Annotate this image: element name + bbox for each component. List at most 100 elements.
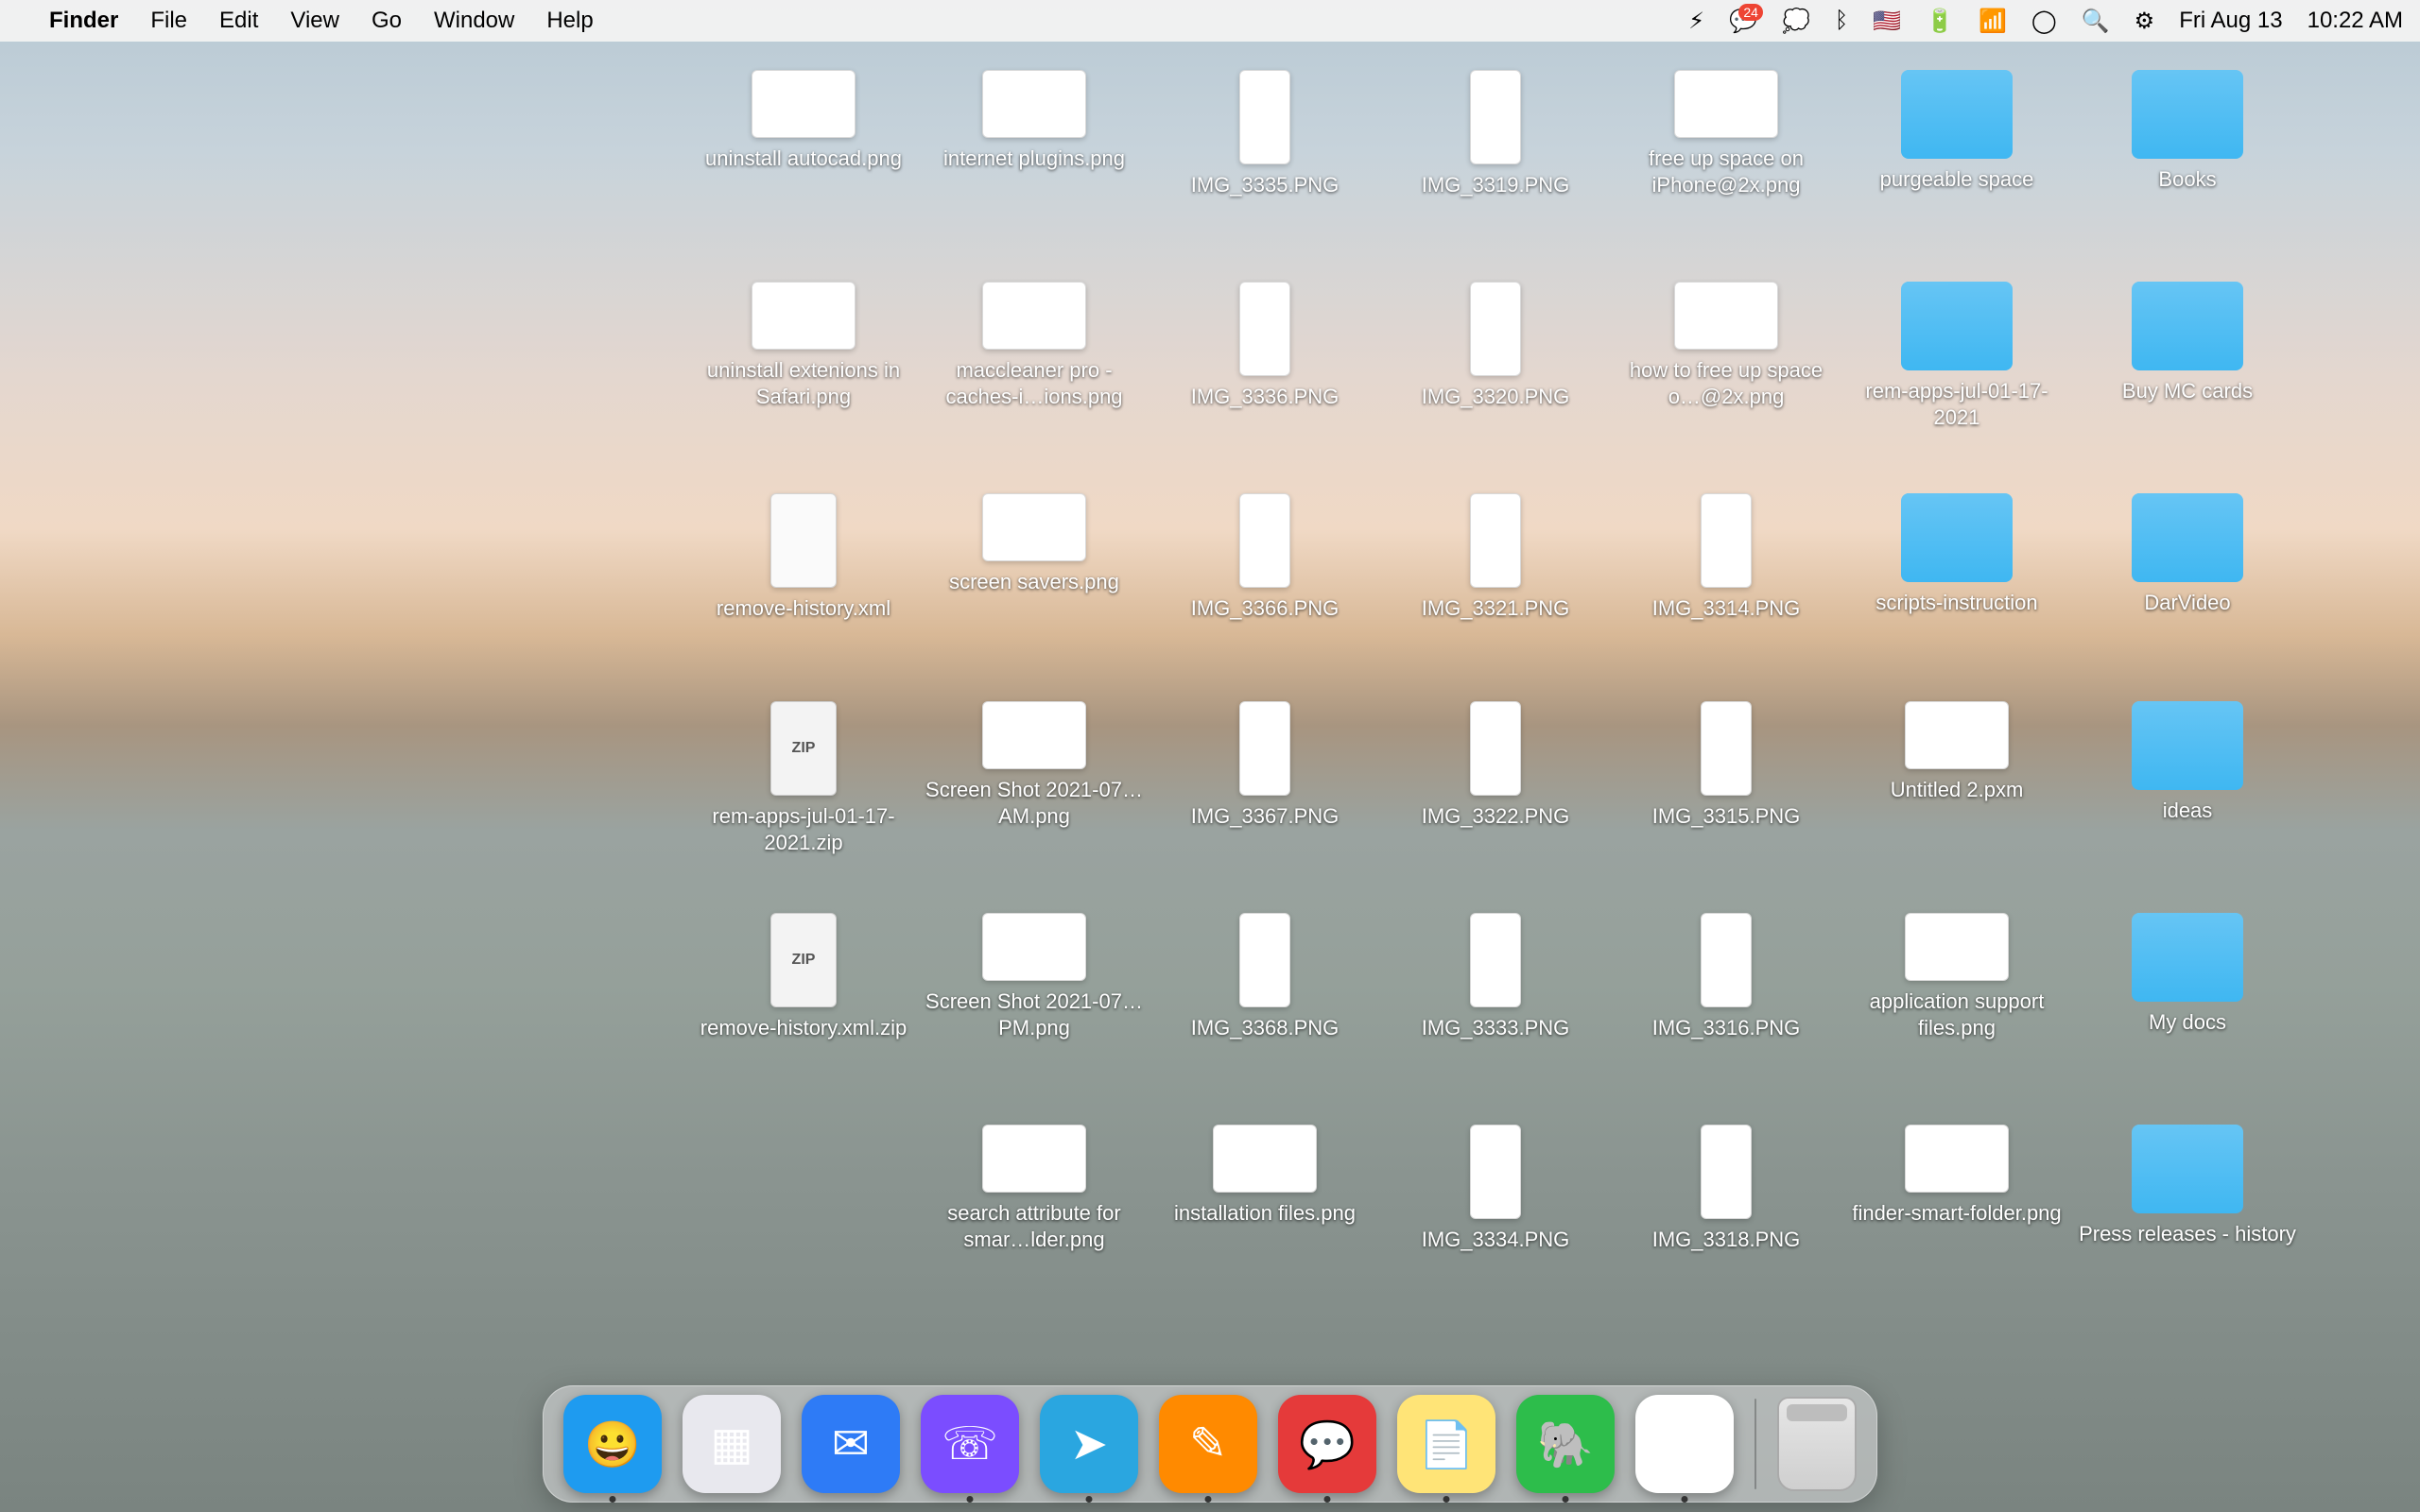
desktop-icon[interactable]: Buy MC cards [2072,282,2303,404]
file-thumbnail [752,282,856,350]
desktop-icon[interactable]: uninstall extenions in Safari.png [688,282,919,409]
desktop-icon[interactable]: search attribute for smar…lder.png [919,1125,1150,1252]
menu-window[interactable]: Window [434,8,514,34]
file-thumbnail [1905,1125,2009,1193]
desktop-icon[interactable]: Screen Shot 2021-07…AM.png [919,701,1150,829]
desktop-icon[interactable]: application support files.png [1841,913,2072,1040]
desktop-icon[interactable]: Press releases - history [2072,1125,2303,1247]
desktop-icon[interactable]: DarVideo [2072,493,2303,616]
status-battery-icon[interactable]: 🔋 [1926,8,1954,35]
menubar: Finder File Edit View Go Window Help ⚡︎ … [0,0,2420,42]
menubar-time[interactable]: 10:22 AM [2308,8,2403,34]
desktop-icon[interactable]: My docs [2072,913,2303,1036]
dock-app-telegram[interactable]: ➤ [1040,1395,1138,1493]
desktop-icon-label: Buy MC cards [2122,378,2253,404]
desktop-icon[interactable]: IMG_3314.PNG [1611,493,1841,622]
status-input-flag-icon[interactable]: 🇺🇸 [1873,8,1901,35]
folder-icon [2132,493,2243,582]
file-thumbnail [1470,1125,1521,1219]
desktop-icon[interactable]: rem-apps-jul-01-17-2021 [1841,282,2072,430]
desktop-icon-label: how to free up space o…@2x.png [1613,357,1840,409]
desktop-icon[interactable]: IMG_3334.PNG [1380,1125,1611,1253]
status-messages-icon[interactable]: 💭 [1782,8,1810,35]
desktop-icon[interactable]: IMG_3335.PNG [1150,70,1380,198]
dock-app-mail[interactable]: ✉︎ [802,1395,900,1493]
dock-app-launchpad[interactable]: ▦ [683,1395,781,1493]
dock-app-viber[interactable]: ☏ [921,1395,1019,1493]
desktop-icon-label: Screen Shot 2021-07…AM.png [921,777,1148,829]
desktop-icon[interactable]: IMG_3336.PNG [1150,282,1380,410]
desktop-icon[interactable]: IMG_3315.PNG [1611,701,1841,830]
desktop-icon[interactable]: IMG_3316.PNG [1611,913,1841,1041]
desktop-icon[interactable]: IMG_3333.PNG [1380,913,1611,1041]
desktop-icon[interactable]: screen savers.png [919,493,1150,595]
dock: 😀▦✉︎☏➤✎💬📄🐘◎ [543,1385,1877,1503]
desktop-icon[interactable]: remove-history.xml.zip [688,913,919,1041]
desktop-icon[interactable]: internet plugins.png [919,70,1150,172]
desktop-icon[interactable]: free up space on iPhone@2x.png [1611,70,1841,198]
menu-edit[interactable]: Edit [219,8,258,34]
file-thumbnail [1239,70,1290,164]
file-thumbnail [1239,493,1290,588]
menu-view[interactable]: View [290,8,339,34]
status-bluetooth-icon[interactable]: ᛒ [1835,8,1848,34]
desktop-icon[interactable]: IMG_3366.PNG [1150,493,1380,622]
folder-icon [2132,1125,2243,1213]
desktop-icon-label: IMG_3321.PNG [1422,595,1570,622]
dock-app-evernote[interactable]: 🐘 [1516,1395,1615,1493]
desktop-icon[interactable]: IMG_3321.PNG [1380,493,1611,622]
desktop-icon[interactable]: rem-apps-jul-01-17-2021.zip [688,701,919,855]
menu-file[interactable]: File [150,8,187,34]
desktop-icon[interactable]: remove-history.xml [688,493,919,622]
folder-icon [2132,70,2243,159]
desktop-icon[interactable]: how to free up space o…@2x.png [1611,282,1841,409]
desktop-icon[interactable]: IMG_3367.PNG [1150,701,1380,830]
desktop-icon[interactable]: Untitled 2.pxm [1841,701,2072,803]
desktop-icon-label: finder-smart-folder.png [1852,1200,2061,1227]
status-user-icon[interactable]: ◯ [2031,8,2057,35]
status-control-center-icon[interactable]: ⚙︎ [2135,8,2155,35]
menu-help[interactable]: Help [546,8,593,34]
desktop-icon[interactable]: ideas [2072,701,2303,824]
status-chat-icon[interactable]: 💬 24 [1729,8,1757,35]
dock-trash[interactable] [1777,1397,1857,1491]
desktop[interactable]: uninstall autocad.pnginternet plugins.pn… [0,42,2420,1512]
status-spotlight-icon[interactable]: 🔍 [2082,8,2110,35]
dock-separator [1754,1399,1756,1489]
desktop-icon-label: IMG_3368.PNG [1191,1015,1340,1041]
dock-app-chat[interactable]: 💬 [1278,1395,1376,1493]
desktop-icon[interactable]: uninstall autocad.png [688,70,919,172]
desktop-icon[interactable]: Books [2072,70,2303,193]
file-thumbnail [1470,282,1521,376]
dock-app-notes[interactable]: 📄 [1397,1395,1495,1493]
desktop-icon[interactable]: Screen Shot 2021-07…PM.png [919,913,1150,1040]
dock-app-chrome[interactable]: ◎ [1635,1395,1734,1493]
desktop-icon-label: rem-apps-jul-01-17-2021.zip [690,803,917,855]
desktop-icon[interactable]: IMG_3318.PNG [1611,1125,1841,1253]
desktop-icon-label: IMG_3319.PNG [1422,172,1570,198]
dock-app-pages[interactable]: ✎ [1159,1395,1257,1493]
status-wifi-icon[interactable]: 📶 [1979,8,2007,35]
menubar-date[interactable]: Fri Aug 13 [2179,8,2282,34]
desktop-icon[interactable]: purgeable space [1841,70,2072,193]
desktop-icon[interactable]: finder-smart-folder.png [1841,1125,2072,1227]
dock-app-finder[interactable]: 😀 [563,1395,662,1493]
desktop-icon-label: Untitled 2.pxm [1891,777,2024,803]
desktop-icon[interactable]: maccleaner pro - caches-i…ions.png [919,282,1150,409]
desktop-icon[interactable]: IMG_3368.PNG [1150,913,1380,1041]
desktop-icon-label: IMG_3316.PNG [1652,1015,1801,1041]
desktop-icon[interactable]: IMG_3319.PNG [1380,70,1611,198]
desktop-icon[interactable]: IMG_3322.PNG [1380,701,1611,830]
file-thumbnail [1905,913,2009,981]
file-thumbnail [1239,701,1290,796]
desktop-icon[interactable]: scripts-instruction [1841,493,2072,616]
menu-go[interactable]: Go [372,8,402,34]
app-menu[interactable]: Finder [49,8,118,34]
desktop-icon-label: IMG_3314.PNG [1652,595,1801,622]
desktop-icon[interactable]: IMG_3320.PNG [1380,282,1611,410]
file-thumbnail [1470,493,1521,588]
file-thumbnail [1701,701,1752,796]
desktop-icon[interactable]: installation files.png [1150,1125,1380,1227]
menubar-left: Finder File Edit View Go Window Help [17,8,594,34]
status-bolt-icon[interactable]: ⚡︎ [1688,8,1704,35]
